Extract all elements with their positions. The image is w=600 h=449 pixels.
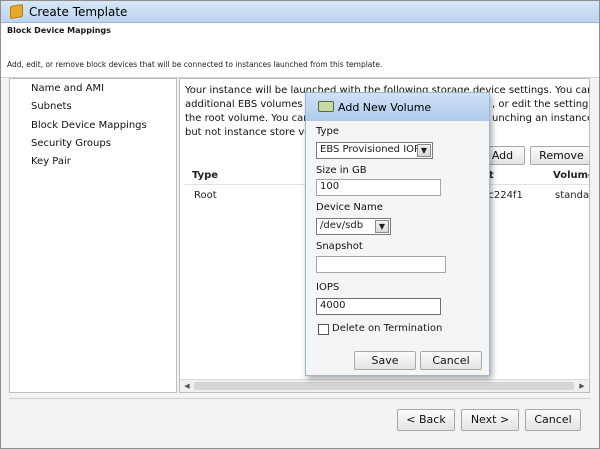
scrollbar-thumb[interactable] — [194, 382, 574, 390]
horizontal-scrollbar[interactable]: ◀ ▶ — [180, 379, 589, 392]
sidebar-item-subnets[interactable]: Subnets — [31, 101, 72, 112]
size-label: Size in GB — [316, 165, 367, 176]
volume-icon — [318, 101, 334, 112]
create-template-window: Create Template Block Device Mappings Ad… — [0, 0, 600, 449]
title-bar: Create Template — [1, 1, 599, 23]
remove-volume-button[interactable]: Remove — [530, 146, 589, 165]
description-line: but not instance store volu — [185, 127, 320, 138]
chevron-down-icon[interactable]: ▼ — [375, 220, 389, 233]
description-line: additional EBS volumes and — [185, 99, 325, 110]
device-name-select[interactable]: /dev/sdb ▼ — [316, 218, 391, 235]
page-title: Block Device Mappings — [7, 26, 111, 35]
device-name-value: /dev/sdb — [320, 220, 364, 231]
save-button[interactable]: Save — [354, 351, 416, 370]
volume-type-select[interactable]: EBS Provisioned IOPS ▼ — [316, 142, 433, 159]
wizard-steps-nav: Name and AMI Subnets Block Device Mappin… — [9, 78, 177, 393]
description-line: unching an instance, — [492, 113, 590, 124]
window-title: Create Template — [29, 5, 128, 19]
description-line: , or edit the settings o — [492, 99, 590, 110]
column-header-volume[interactable]: Volume — [553, 170, 589, 181]
column-header-type[interactable]: Type — [192, 170, 218, 181]
size-input[interactable]: 100 — [316, 179, 441, 196]
sidebar-item-block-device-mappings[interactable]: Block Device Mappings — [31, 120, 147, 131]
dialog-cancel-button[interactable]: Cancel — [420, 351, 482, 370]
type-label: Type — [316, 126, 339, 137]
footer-divider — [9, 398, 591, 399]
table-cell-type[interactable]: Root — [194, 190, 217, 201]
delete-on-termination-label[interactable]: Delete on Termination — [332, 323, 442, 334]
page-header: Block Device Mappings Add, edit, or remo… — [1, 23, 599, 78]
arrow-right-icon[interactable]: ▶ — [576, 381, 588, 392]
device-name-label: Device Name — [316, 202, 383, 213]
next-button[interactable]: Next > — [461, 409, 519, 431]
snapshot-label: Snapshot — [316, 241, 363, 252]
sidebar-item-key-pair[interactable]: Key Pair — [31, 156, 71, 167]
back-button[interactable]: < Back — [397, 409, 455, 431]
table-cell-volume[interactable]: standar — [555, 190, 589, 201]
page-subtitle: Add, edit, or remove block devices that … — [7, 60, 383, 69]
iops-label: IOPS — [316, 282, 340, 293]
dialog-title-bar[interactable]: Add New Volume — [306, 93, 489, 121]
delete-on-termination-checkbox[interactable] — [318, 324, 329, 335]
snapshot-input[interactable] — [316, 256, 446, 273]
cancel-button[interactable]: Cancel — [525, 409, 581, 431]
iops-input[interactable]: 4000 — [316, 298, 441, 315]
template-icon — [10, 3, 23, 20]
sidebar-item-security-groups[interactable]: Security Groups — [31, 138, 111, 149]
arrow-left-icon[interactable]: ◀ — [181, 381, 193, 392]
volume-type-value: EBS Provisioned IOPS — [320, 144, 427, 155]
chevron-down-icon[interactable]: ▼ — [417, 144, 431, 157]
description-line: the root volume. You can a — [185, 113, 319, 124]
sidebar-item-name-and-ami[interactable]: Name and AMI — [31, 83, 104, 94]
add-volume-dialog: Add New Volume Type EBS Provisioned IOPS… — [305, 92, 490, 376]
dialog-title: Add New Volume — [338, 101, 432, 114]
